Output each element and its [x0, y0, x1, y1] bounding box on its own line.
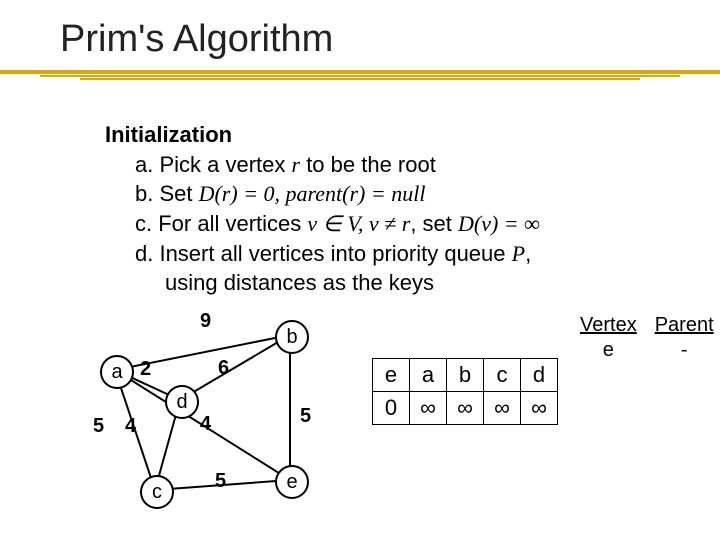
algorithm-steps: Initialization a. Pick a vertex r to be … [105, 120, 540, 298]
weight-ab: 9 [200, 310, 211, 333]
weight-ce: 5 [215, 470, 226, 493]
vertex-a: a [100, 355, 134, 389]
step-b-pre: b. Set [135, 181, 199, 206]
table-row: Vertex Parent [572, 314, 720, 337]
step-a-post: to be the root [300, 152, 436, 177]
step-d-line2: using distances as the keys [165, 270, 434, 295]
table-row: e a b c d [373, 359, 558, 392]
pq-head-e: e [373, 359, 410, 392]
pq-head-a: a [410, 359, 447, 392]
step-a-pre: a. Pick a vertex [135, 152, 292, 177]
vp-head-parent: Parent [647, 314, 720, 337]
pq-val-c: ∞ [484, 392, 521, 425]
vp-head-vertex: Vertex [572, 314, 645, 337]
weight-be: 5 [300, 405, 311, 428]
weight-cd: 4 [200, 413, 211, 436]
step-d-pre: d. Insert all vertices into priority que… [135, 241, 512, 266]
vertex-b: b [275, 320, 309, 354]
pq-head-c: c [484, 359, 521, 392]
page-title: Prim's Algorithm [60, 18, 333, 61]
steps-heading: Initialization [105, 122, 232, 147]
title-underline [40, 75, 680, 77]
pq-val-b: ∞ [447, 392, 484, 425]
pq-head-b: b [447, 359, 484, 392]
vp-parent-e: - [647, 339, 720, 362]
title-underline [0, 70, 720, 74]
vp-vertex-e: e [572, 339, 645, 362]
weight-bd: 6 [218, 357, 229, 380]
vertex-parent-table: Vertex Parent e - [570, 312, 720, 364]
step-c-math2: D(v) = ∞ [458, 211, 540, 236]
step-b-math: D(r) = 0, parent(r) = null [199, 181, 426, 206]
vertex-d: d [165, 385, 199, 419]
pq-val-a: ∞ [410, 392, 447, 425]
pq-val-d: ∞ [521, 392, 558, 425]
vertex-c: c [140, 475, 174, 509]
step-c-mid: , set [410, 211, 458, 236]
pq-val-e: 0 [373, 392, 410, 425]
pq-head-d: d [521, 359, 558, 392]
title-underline [80, 78, 640, 80]
step-c-math1: v ∈ V, v ≠ r [307, 211, 410, 236]
priority-queue-table: e a b c d 0 ∞ ∞ ∞ ∞ [372, 358, 558, 425]
graph-diagram: a b c d e 9 2 5 4 6 5 4 5 [90, 305, 340, 525]
weight-ae: 5 [93, 415, 104, 438]
step-d-var: P [512, 241, 525, 266]
step-d-post: , [525, 241, 531, 266]
vertex-e: e [275, 465, 309, 499]
step-c-pre: c. For all vertices [135, 211, 307, 236]
weight-ac: 4 [125, 415, 136, 438]
weight-ad: 2 [140, 358, 151, 381]
table-row: 0 ∞ ∞ ∞ ∞ [373, 392, 558, 425]
step-a-var: r [292, 152, 301, 177]
table-row: e - [572, 339, 720, 362]
